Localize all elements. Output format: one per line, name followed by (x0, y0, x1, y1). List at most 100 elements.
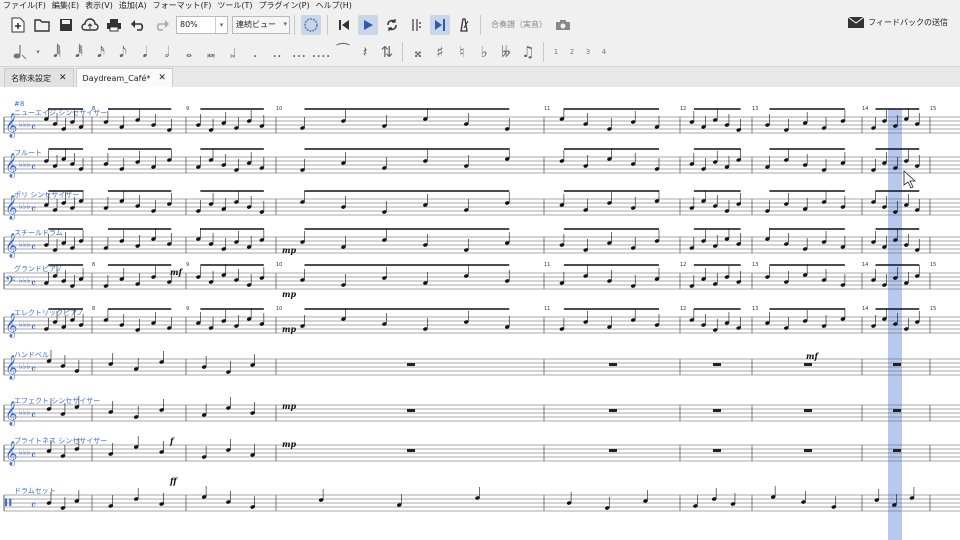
eighth-note-icon[interactable]: 𝅘𝅥𝅮 (113, 40, 133, 64)
key-signature[interactable]: ♭♭♭ (19, 276, 31, 285)
quarter-note-icon[interactable]: 𝅘𝅥 (135, 40, 155, 64)
grace-note-icon[interactable]: ♫ (518, 40, 538, 64)
double-dot-icon[interactable]: .. (267, 40, 287, 64)
score-canvas[interactable]: #8 8 8 8 9 9 9 10 10 10 11 11 11 12 12 12 13 13 13 14 14 14 15… (0, 87, 960, 540)
tie-icon[interactable]: ⁀ (333, 40, 353, 64)
staff[interactable]: 𝄥 𝄴 ドラムセット (3, 486, 960, 515)
instrument-name[interactable]: スチールドラム (14, 229, 63, 237)
key-signature[interactable]: ♭♭♭ (19, 120, 31, 129)
time-signature[interactable]: 𝄴 (31, 449, 36, 462)
half-note-icon[interactable]: 𝅗𝅥 (157, 40, 177, 64)
rewind-icon[interactable] (334, 15, 354, 35)
menu-item[interactable]: フォーマット(F) (150, 0, 215, 11)
menu-item[interactable]: 追加(A) (116, 0, 150, 11)
dynamic-marking[interactable]: mf (806, 351, 819, 361)
augmentation-dot-icon[interactable]: . (245, 40, 265, 64)
metronome-icon[interactable] (454, 15, 474, 35)
time-signature[interactable]: 𝄴 (31, 203, 36, 216)
rest-icon[interactable]: 𝄽 (355, 40, 375, 64)
time-signature[interactable]: 𝄴 (31, 363, 36, 376)
menu-item[interactable]: ファイル(F) (0, 0, 49, 11)
key-signature[interactable]: ♭♭♭ (19, 362, 31, 371)
staff[interactable]: 𝄞 ♭♭♭ 𝄴スチールドラム (3, 228, 960, 258)
dynamic-marking[interactable]: f (169, 436, 175, 446)
voice-2-button[interactable]: 2 (565, 40, 579, 64)
print-icon[interactable] (104, 15, 124, 35)
staff[interactable]: 𝄞 ♭♭♭ 𝄴エレクトリックピアノ (3, 308, 960, 338)
new-score-icon[interactable] (8, 15, 28, 35)
menu-item[interactable]: 編集(E) (49, 0, 82, 11)
tab-daydream-cafe[interactable]: Daydream_Café* ✕ (75, 68, 173, 87)
view-mode-select[interactable]: 連続ビュー ▾ (232, 15, 290, 34)
staff[interactable]: 𝄞 ♭♭♭ 𝄴ニューエイジ シンセサイザー (3, 108, 960, 138)
note-input-mode-icon[interactable] (301, 14, 321, 35)
key-signature[interactable]: ♭♭♭ (19, 202, 31, 211)
loop-icon[interactable] (382, 15, 402, 35)
sixteenth-note-icon[interactable]: 𝅘𝅥𝅯 (91, 40, 111, 64)
save-icon[interactable] (56, 15, 76, 35)
dynamic-marking[interactable]: mp (282, 245, 296, 255)
dynamic-marking[interactable]: mp (282, 439, 296, 449)
time-signature[interactable]: 𝄴 (31, 161, 36, 174)
time-signature[interactable]: 𝄴 (31, 241, 36, 254)
staff[interactable]: 𝄞 ♭♭♭ 𝄴ブライトネス シンセサイザー (3, 436, 960, 466)
score-svg[interactable]: #888899910101011111112121213131314141415… (0, 87, 960, 540)
staff[interactable]: 𝄞 ♭♭♭ 𝄴フルート (3, 148, 960, 178)
chevron-down-icon[interactable]: ▾ (215, 16, 227, 33)
menu-item[interactable]: ツール(T) (214, 0, 255, 11)
staff[interactable]: 𝄞 ♭♭♭ 𝄴ポリ シンセサイザー (3, 190, 960, 220)
dynamic-marking[interactable]: mp (282, 324, 296, 334)
instrument-name[interactable]: エレクトリックピアノ (14, 309, 83, 317)
instrument-name[interactable]: ニューエイジ シンセサイザー (14, 109, 107, 117)
thirtysecond-note-icon[interactable]: 𝅘𝅥𝅱 (69, 40, 89, 64)
staff[interactable]: 𝄢 ♭♭♭ 𝄴グランドピアノ (3, 264, 960, 292)
rehearsal-mark[interactable]: #8 (14, 100, 24, 108)
note-input-pen-icon[interactable] (9, 40, 29, 64)
play-icon[interactable] (358, 14, 378, 35)
whole-note-icon[interactable]: 𝅝 (179, 40, 199, 64)
time-signature[interactable]: 𝄴 (31, 321, 36, 334)
time-signature[interactable]: 𝄴 (31, 121, 36, 134)
tab-untitled[interactable]: 名称未設定 ✕ (4, 68, 74, 87)
time-signature[interactable]: 𝄴 (31, 499, 36, 512)
play-repeats-icon[interactable] (406, 15, 426, 35)
staff[interactable]: 𝄞 ♭♭♭ 𝄴エフェクト シンセサイザー (3, 396, 960, 426)
menu-item[interactable]: 表示(V) (82, 0, 116, 11)
cloud-upload-icon[interactable] (80, 15, 100, 35)
quadruple-dot-icon[interactable]: .... (311, 40, 331, 64)
concert-pitch-toggle[interactable]: 合奏譜（実音） (491, 19, 547, 30)
dynamic-marking[interactable]: mf (170, 267, 183, 277)
undo-icon[interactable] (128, 15, 148, 35)
bass-clef-icon[interactable]: 𝄢 (5, 273, 15, 292)
redo-icon[interactable] (152, 15, 172, 35)
instrument-name[interactable]: フルート (14, 149, 42, 157)
dynamic-marking[interactable]: mp (282, 401, 296, 411)
key-signature[interactable]: ♭♭♭ (19, 448, 31, 457)
close-icon[interactable]: ✕ (59, 73, 67, 83)
sharp-icon[interactable]: ♯ (430, 40, 450, 64)
instrument-name[interactable]: ドラムセット (14, 487, 56, 495)
dynamic-marking[interactable]: mp (282, 289, 296, 299)
time-signature[interactable]: 𝄴 (31, 277, 36, 290)
key-signature[interactable]: ♭♭♭ (19, 160, 31, 169)
key-signature[interactable]: ♭♭♭ (19, 320, 31, 329)
key-signature[interactable]: ♭♭♭ (19, 408, 31, 417)
double-sharp-icon[interactable]: 𝄪 (408, 40, 428, 64)
voice-3-button[interactable]: 3 (581, 40, 595, 64)
instrument-name[interactable]: ハンドベル (14, 351, 49, 359)
zoom-field[interactable]: 80% ▾ (176, 15, 228, 34)
instrument-name[interactable]: エフェクト シンセサイザー (14, 397, 100, 405)
voice-4-button[interactable]: 4 (597, 40, 611, 64)
camera-icon[interactable] (553, 15, 573, 35)
triple-dot-icon[interactable]: ... (289, 40, 309, 64)
instrument-name[interactable]: ポリ シンセサイザー (14, 191, 79, 199)
longa-note-icon[interactable]: 𝆷 (223, 40, 243, 64)
voice-1-button[interactable]: 1 (549, 40, 563, 64)
instrument-name[interactable]: ブライトネス シンセサイザー (14, 436, 107, 445)
natural-icon[interactable]: ♮ (452, 40, 472, 64)
flat-icon[interactable]: ♭ (474, 40, 494, 64)
double-flat-icon[interactable]: 𝄫 (496, 40, 516, 64)
sixtyfourth-note-icon[interactable]: 𝅘𝅥𝅲 (47, 40, 67, 64)
key-signature[interactable]: ♭♭♭ (19, 240, 31, 249)
menu-item[interactable]: ヘルプ(H) (313, 0, 355, 11)
